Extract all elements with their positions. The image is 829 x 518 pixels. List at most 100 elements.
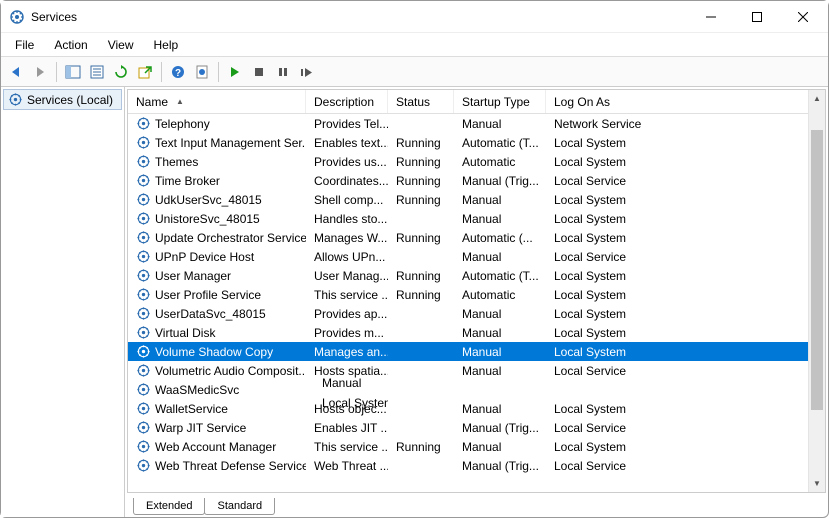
- gear-icon: [136, 154, 151, 169]
- service-name: UnistoreSvc_48015: [155, 212, 260, 226]
- gear-icon: [136, 439, 151, 454]
- header-startup-type[interactable]: Startup Type: [454, 90, 546, 113]
- forward-button[interactable]: [29, 61, 51, 83]
- service-description: This service ...: [306, 285, 388, 305]
- service-logon-as: Local Service: [546, 418, 825, 438]
- service-description: Provides Tel...: [306, 114, 388, 134]
- service-description: Allows UPn...: [306, 247, 388, 267]
- service-name: Web Account Manager: [155, 440, 276, 454]
- service-description: Enables JIT ...: [306, 418, 388, 438]
- service-row[interactable]: User ManagerUser Manag...RunningAutomati…: [128, 266, 825, 285]
- service-logon-as: Local System: [546, 209, 825, 229]
- service-row[interactable]: Time BrokerCoordinates...RunningManual (…: [128, 171, 825, 190]
- service-logon-as: Local Service: [546, 247, 825, 267]
- start-service-button[interactable]: [224, 61, 246, 83]
- service-logon-as: Local System: [546, 437, 825, 457]
- scroll-down-button[interactable]: ▼: [809, 475, 825, 492]
- refresh-button[interactable]: [110, 61, 132, 83]
- services-list: Name▲ Description Status Startup Type Lo…: [127, 89, 826, 493]
- gear-icon: [136, 116, 151, 131]
- service-status: [388, 330, 454, 336]
- service-row[interactable]: Web Threat Defense ServiceWeb Threat ...…: [128, 456, 825, 475]
- menu-file[interactable]: File: [5, 36, 44, 54]
- menu-help[interactable]: Help: [144, 36, 189, 54]
- service-row[interactable]: UPnP Device HostAllows UPn...ManualLocal…: [128, 247, 825, 266]
- restart-service-button[interactable]: [296, 61, 318, 83]
- service-startup-type: Manual (Trig...: [454, 418, 546, 438]
- gear-icon: [136, 192, 151, 207]
- help-button[interactable]: ?: [167, 61, 189, 83]
- service-startup-type: Manual: [454, 247, 546, 267]
- menu-action[interactable]: Action: [44, 36, 97, 54]
- service-row[interactable]: Virtual DiskProvides m...ManualLocal Sys…: [128, 323, 825, 342]
- window-title: Services: [31, 10, 688, 24]
- gear-icon: [136, 249, 151, 264]
- service-row[interactable]: UnistoreSvc_48015 Handles sto... ManualLoc…: [128, 209, 825, 228]
- service-row[interactable]: UdkUserSvc_48015Shell comp...RunningManu…: [128, 190, 825, 209]
- service-row[interactable]: Update Orchestrator ServiceManages W...R…: [128, 228, 825, 247]
- header-name[interactable]: Name▲: [128, 90, 306, 113]
- back-button[interactable]: [5, 61, 27, 83]
- service-description: User Manag...: [306, 266, 388, 286]
- header-description[interactable]: Description: [306, 90, 388, 113]
- scroll-up-button[interactable]: ▲: [809, 90, 825, 107]
- show-hide-tree-button[interactable]: [62, 61, 84, 83]
- close-button[interactable]: [780, 2, 826, 32]
- tab-extended[interactable]: Extended: [133, 498, 205, 515]
- service-startup-type: Manual: [454, 209, 546, 229]
- header-status[interactable]: Status: [388, 90, 454, 113]
- service-row[interactable]: ThemesProvides us...RunningAutomaticLoca…: [128, 152, 825, 171]
- service-startup-type: Automatic (T...: [454, 266, 546, 286]
- content-area: Services (Local) Name▲ Description Statu…: [1, 87, 828, 517]
- tree-root-services[interactable]: Services (Local): [3, 89, 122, 110]
- service-startup-type: Automatic (T...: [454, 133, 546, 153]
- service-logon-as: Local System: [546, 228, 825, 248]
- service-logon-as: Local System: [546, 342, 825, 362]
- service-row[interactable]: Volume Shadow CopyManages an...ManualLoc…: [128, 342, 825, 361]
- service-description: Handles sto...: [306, 209, 388, 229]
- service-name: WalletService: [155, 402, 228, 416]
- service-row[interactable]: UserDataSvc_48015Provides ap...ManualLoc…: [128, 304, 825, 323]
- header-logon-as[interactable]: Log On As: [546, 90, 825, 113]
- service-logon-as: Local System: [546, 399, 825, 419]
- stop-service-button[interactable]: [248, 61, 270, 83]
- service-row[interactable]: Text Input Management Ser...Enables text…: [128, 133, 825, 152]
- service-status: [388, 406, 454, 412]
- service-startup-type: Manual: [454, 190, 546, 210]
- service-logon-as: Local System: [546, 323, 825, 343]
- service-row[interactable]: WaaSMedicSvcManualLocal System: [128, 380, 825, 399]
- scroll-thumb[interactable]: [811, 130, 823, 410]
- menu-view[interactable]: View: [98, 36, 144, 54]
- tree-pane: Services (Local): [1, 87, 125, 517]
- service-row[interactable]: TelephonyProvides Tel...ManualNetwork Se…: [128, 114, 825, 133]
- service-row[interactable]: WalletServiceHosts objec...ManualLocal S…: [128, 399, 825, 418]
- export-button[interactable]: [134, 61, 156, 83]
- service-row[interactable]: Web Account ManagerThis service ...Runni…: [128, 437, 825, 456]
- service-logon-as: Local System: [546, 152, 825, 172]
- properties-button[interactable]: [86, 61, 108, 83]
- service-startup-type: Manual: [454, 342, 546, 362]
- service-row[interactable]: User Profile ServiceThis service ...Runn…: [128, 285, 825, 304]
- service-row[interactable]: Warp JIT ServiceEnables JIT ...Manual (T…: [128, 418, 825, 437]
- help-topics-button[interactable]: [191, 61, 213, 83]
- pause-service-button[interactable]: [272, 61, 294, 83]
- maximize-button[interactable]: [734, 2, 780, 32]
- service-logon-as: Local System: [546, 133, 825, 153]
- vertical-scrollbar[interactable]: ▲ ▼: [808, 90, 825, 492]
- tab-standard[interactable]: Standard: [204, 498, 275, 515]
- menu-bar: File Action View Help: [1, 33, 828, 57]
- service-row[interactable]: Volumetric Audio Composit...Hosts spatia…: [128, 361, 825, 380]
- service-name: Web Threat Defense Service: [155, 459, 306, 473]
- gear-icon: [136, 306, 151, 321]
- service-description: Provides m...: [306, 323, 388, 343]
- service-status: Running: [388, 133, 454, 153]
- svg-text:?: ?: [175, 68, 181, 79]
- service-logon-as: Local Service: [546, 171, 825, 191]
- service-name: UserDataSvc_48015: [155, 307, 266, 321]
- service-status: Running: [388, 190, 454, 210]
- tree-root-label: Services (Local): [27, 93, 113, 107]
- service-logon-as: Local System: [546, 266, 825, 286]
- toolbar: ?: [1, 57, 828, 87]
- minimize-button[interactable]: [688, 2, 734, 32]
- service-startup-type: Manual (Trig...: [454, 171, 546, 191]
